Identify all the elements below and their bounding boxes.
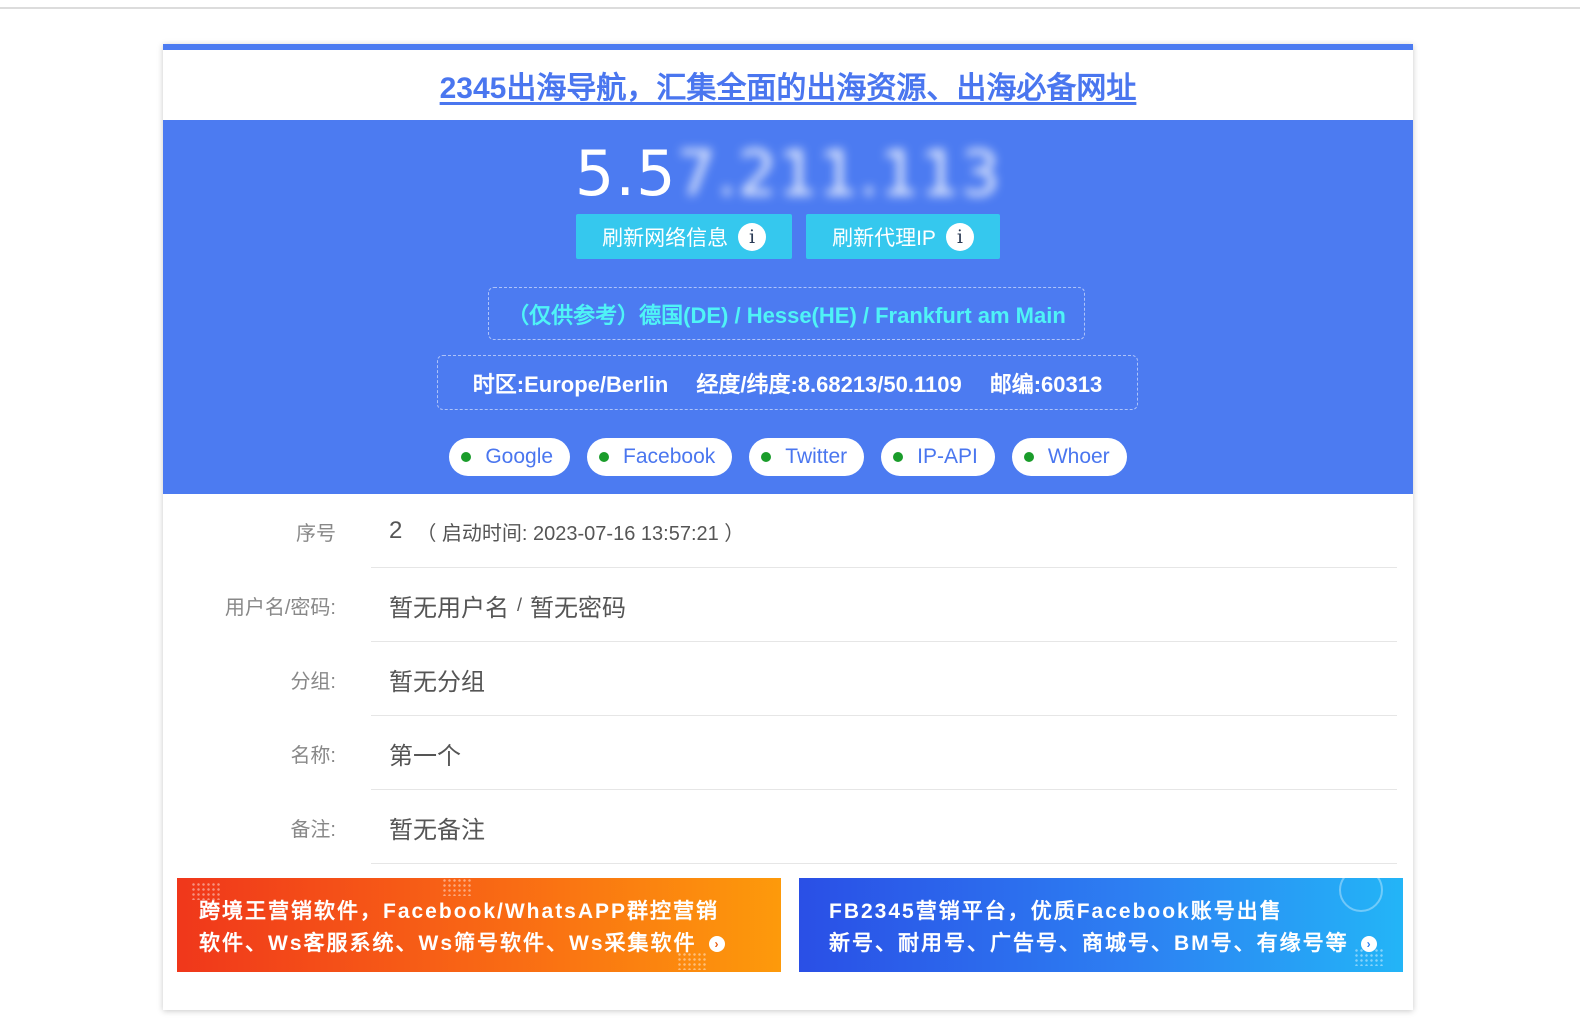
info-icon[interactable]: i bbox=[945, 222, 974, 251]
index-label: 序号 bbox=[296, 522, 336, 545]
detail-row-name: 名称: 第一个 bbox=[163, 716, 1413, 790]
coordinates-text: 经度/纬度:8.68213/50.1109 bbox=[696, 371, 962, 397]
row-divider bbox=[371, 863, 1397, 864]
start-time-text: （ 启动时间: 2023-07-16 13:57:21 ） bbox=[416, 522, 745, 545]
check-whoer-button[interactable]: Whoer bbox=[1011, 438, 1127, 476]
index-value: 2 （ 启动时间: 2023-07-16 13:57:21 ） bbox=[389, 494, 744, 568]
check-label: Google bbox=[485, 445, 554, 468]
ad-right-line1: FB2345营销平台，优质Facebook账号出售 bbox=[829, 900, 1283, 923]
location-text: （仅供参考）德国(DE) / Hesse(HE) / Frankfurt am … bbox=[507, 302, 1066, 328]
ad-left-line1: 跨境王营销软件，Facebook/WhatsAPP群控营销 bbox=[199, 900, 720, 923]
group-value: 暂无分组 bbox=[389, 668, 485, 696]
check-label: IP-API bbox=[917, 445, 978, 468]
status-dot-icon bbox=[599, 452, 610, 462]
check-label: Whoer bbox=[1047, 445, 1110, 468]
info-icon[interactable]: i bbox=[738, 222, 767, 251]
ad-banners: 跨境王营销软件，Facebook/WhatsAPP群控营销 软件、Ws客服系统、… bbox=[177, 878, 1403, 972]
ad-right-line2-wrap: 新号、耐用号、广告号、商城号、BM号、有缘号等 › bbox=[829, 928, 1381, 960]
postal-code-text: 邮编:60313 bbox=[989, 371, 1103, 397]
detail-row-credentials: 用户名/密码: 暂无用户名 / 暂无密码 bbox=[163, 568, 1413, 642]
credentials-label: 用户名/密码: bbox=[224, 596, 336, 619]
refresh-network-label: 刷新网络信息 bbox=[602, 226, 729, 250]
refresh-proxy-button[interactable]: 刷新代理IP i bbox=[806, 214, 1000, 259]
detail-row-note: 备注: 暂无备注 bbox=[163, 790, 1413, 864]
status-dot-icon bbox=[893, 452, 904, 462]
ad-banner-fb-accounts[interactable]: FB2345营销平台，优质Facebook账号出售 新号、耐用号、广告号、商城号… bbox=[799, 878, 1403, 972]
decor-dots bbox=[191, 882, 221, 900]
decor-dots bbox=[442, 878, 472, 896]
ip-masked-part: 7.211.113 bbox=[676, 137, 1002, 210]
username-text: 暂无用户名 bbox=[389, 594, 509, 622]
password-text: 暂无密码 bbox=[530, 594, 627, 622]
note-label: 备注: bbox=[290, 818, 336, 841]
geo-info-box: 时区:Europe/Berlin 经度/纬度:8.68213/50.1109 邮… bbox=[437, 355, 1138, 410]
arrow-right-icon: › bbox=[708, 936, 725, 953]
check-facebook-button[interactable]: Facebook bbox=[587, 438, 733, 476]
location-box: （仅供参考）德国(DE) / Hesse(HE) / Frankfurt am … bbox=[488, 287, 1085, 340]
connectivity-checks: Google Facebook Twitter IP-API Whoer bbox=[163, 438, 1413, 476]
detail-row-index: 序号 2 （ 启动时间: 2023-07-16 13:57:21 ） bbox=[163, 494, 1413, 568]
ip-address: 5.57.211.113 bbox=[163, 138, 1413, 210]
name-label: 名称: bbox=[290, 744, 336, 767]
index-number: 2 bbox=[389, 517, 403, 544]
status-dot-icon bbox=[461, 452, 472, 462]
decor-dots bbox=[677, 952, 707, 970]
check-label: Facebook bbox=[623, 445, 716, 468]
note-value: 暂无备注 bbox=[389, 816, 485, 844]
ad-banner-marketing-software[interactable]: 跨境王营销软件，Facebook/WhatsAPP群控营销 软件、Ws客服系统、… bbox=[177, 878, 781, 972]
top-divider bbox=[0, 7, 1580, 9]
check-twitter-button[interactable]: Twitter bbox=[749, 438, 865, 476]
ip-visible-part: 5.5 bbox=[574, 137, 677, 210]
credentials-value: 暂无用户名 / 暂无密码 bbox=[389, 568, 626, 642]
ad-left-line2-wrap: 软件、Ws客服系统、Ws筛号软件、Ws采集软件 › bbox=[199, 928, 759, 960]
check-google-button[interactable]: Google bbox=[449, 438, 571, 476]
group-label: 分组: bbox=[290, 670, 336, 693]
status-dot-icon bbox=[1023, 452, 1034, 462]
title-bar: 2345出海导航，汇集全面的出海资源、出海必备网址 bbox=[163, 50, 1413, 120]
refresh-buttons: 刷新网络信息 i 刷新代理IP i bbox=[163, 214, 1413, 259]
status-dot-icon bbox=[761, 452, 772, 462]
decor-dots bbox=[1354, 948, 1384, 966]
detail-row-group: 分组: 暂无分组 bbox=[163, 642, 1413, 716]
check-label: Twitter bbox=[785, 445, 848, 468]
ip-info-card: 2345出海导航，汇集全面的出海资源、出海必备网址 5.57.211.113 刷… bbox=[163, 44, 1413, 1010]
timezone-text: 时区:Europe/Berlin bbox=[472, 371, 669, 397]
check-ipapi-button[interactable]: IP-API bbox=[881, 438, 995, 476]
refresh-proxy-label: 刷新代理IP bbox=[832, 226, 936, 250]
ad-right-line2: 新号、耐用号、广告号、商城号、BM号、有缘号等 bbox=[829, 932, 1349, 955]
ad-left-line2: 软件、Ws客服系统、Ws筛号软件、Ws采集软件 bbox=[199, 932, 697, 955]
profile-details: 序号 2 （ 启动时间: 2023-07-16 13:57:21 ） 用户名/密… bbox=[163, 494, 1413, 864]
credentials-separator: / bbox=[517, 594, 523, 615]
name-value: 第一个 bbox=[389, 742, 461, 770]
ip-hero-panel: 5.57.211.113 刷新网络信息 i 刷新代理IP i （仅供参考）德国(… bbox=[163, 120, 1413, 494]
nav-title-link[interactable]: 2345出海导航，汇集全面的出海资源、出海必备网址 bbox=[440, 63, 1137, 107]
refresh-network-button[interactable]: 刷新网络信息 i bbox=[576, 214, 793, 259]
